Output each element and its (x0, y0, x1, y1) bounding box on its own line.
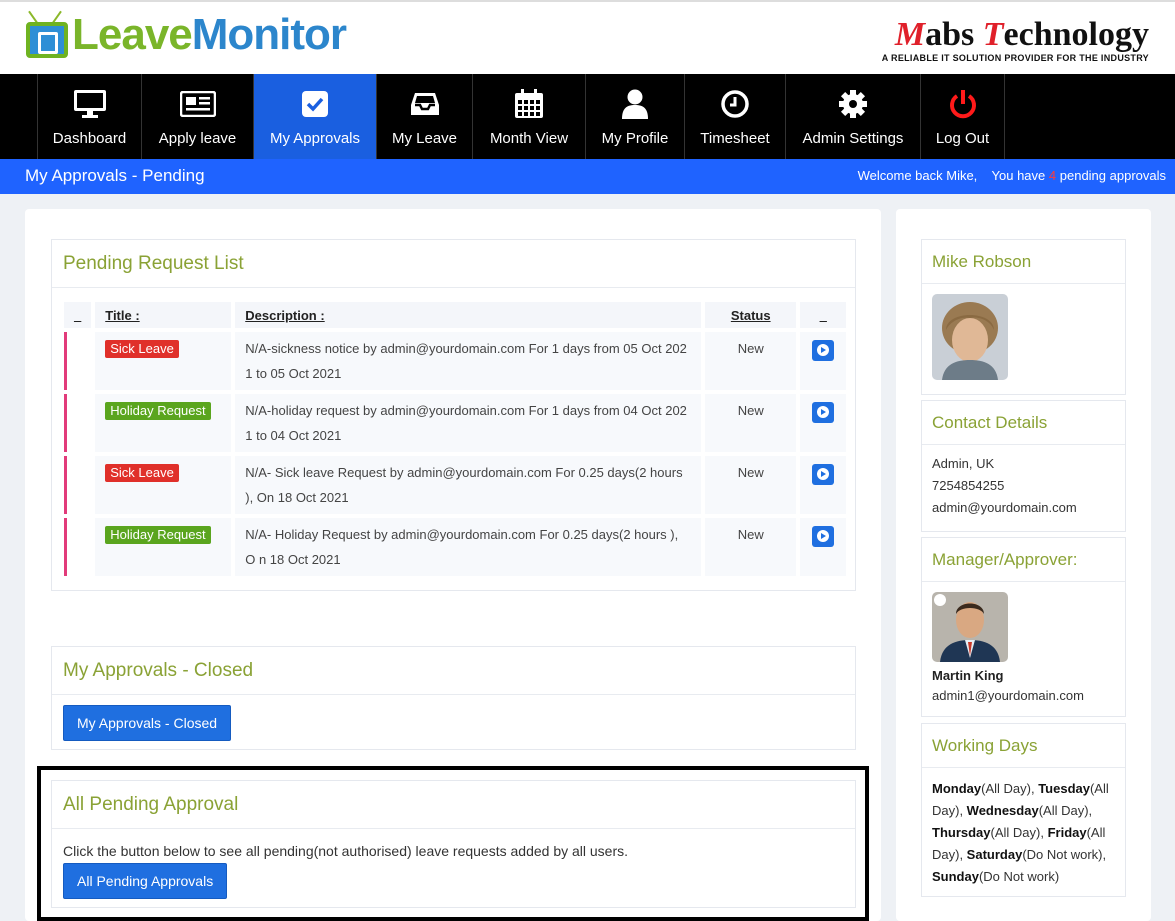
pending-request-table: _ Title : Description : Status _ Sick Le… (60, 298, 850, 580)
table-row[interactable]: Holiday Request N/A- Holiday Request by … (64, 518, 847, 576)
app-header: LeaveMonitor Mabs Technology A RELIABLE … (0, 0, 1175, 74)
status-badge: Holiday Request (105, 526, 211, 544)
pending-request-panel: Pending Request List _ Title : Descripti… (51, 239, 856, 591)
status-badge: Sick Leave (105, 340, 179, 358)
request-description: N/A-sickness notice by admin@yourdomain.… (235, 332, 702, 390)
request-description: N/A- Holiday Request by admin@yourdomain… (235, 518, 702, 576)
profile-name: Mike Robson (922, 240, 1125, 284)
request-status: New (705, 332, 797, 390)
arrow-circle-right-icon[interactable] (812, 340, 835, 361)
working-days-panel: Working Days Monday(All Day), Tuesday(Al… (921, 723, 1126, 897)
status-badge: Sick Leave (105, 464, 179, 482)
nav-log-out[interactable]: Log Out (920, 74, 1005, 159)
nav-apply-leave[interactable]: Apply leave (141, 74, 253, 159)
closed-approvals-panel: My Approvals - Closed My Approvals - Clo… (51, 646, 856, 750)
contact-panel: Contact Details Admin, UK 7254854255 adm… (921, 400, 1126, 532)
logo-text: LeaveMonitor (72, 10, 347, 59)
monitor-icon (73, 88, 107, 120)
user-icon (621, 88, 649, 120)
inbox-icon (410, 88, 440, 120)
table-row[interactable]: Holiday Request N/A-holiday request by a… (64, 394, 847, 452)
nav-my-approvals[interactable]: My Approvals (253, 74, 376, 159)
brand-logo: Mabs Technology A RELIABLE IT SOLUTION P… (881, 16, 1149, 64)
nav-timesheet[interactable]: Timesheet (684, 74, 785, 159)
profile-sidebar: Mike Robson Contact Details Admin, UK 72… (896, 209, 1151, 921)
pending-count: 4 (1048, 168, 1057, 183)
avatar (932, 294, 1008, 380)
nav-month-view[interactable]: Month View (472, 74, 585, 159)
gear-icon (838, 88, 868, 120)
newspaper-icon (179, 88, 216, 120)
request-status: New (705, 456, 797, 514)
request-description: N/A-holiday request by admin@yourdomain.… (235, 394, 702, 452)
manager-name: Martin King (932, 668, 1004, 683)
page-title: My Approvals - Pending (25, 166, 205, 185)
arrow-circle-right-icon[interactable] (812, 464, 835, 485)
welcome-message: Welcome back Mike, You have 4 pending ap… (857, 168, 1166, 183)
manager-panel: Manager/Approver: Martin King admin1@you… (921, 537, 1126, 717)
check-square-icon (301, 88, 329, 120)
manager-email: admin1@yourdomain.com (932, 688, 1084, 703)
panel-title: Contact Details (922, 401, 1125, 445)
panel-title: Working Days (922, 724, 1125, 768)
contact-location: Admin, UK (932, 456, 995, 471)
nav-dashboard[interactable]: Dashboard (37, 74, 141, 159)
brand-tagline: A RELIABLE IT SOLUTION PROVIDER FOR THE … (881, 53, 1149, 63)
arrow-circle-right-icon[interactable] (812, 402, 835, 423)
highlight-box (37, 766, 869, 921)
nav-my-profile[interactable]: My Profile (585, 74, 684, 159)
arrow-circle-right-icon[interactable] (812, 526, 835, 547)
closed-approvals-button[interactable]: My Approvals - Closed (63, 705, 232, 741)
request-status: New (705, 518, 797, 576)
contact-phone: 7254854255 (932, 478, 1005, 493)
page-titlebar: My Approvals - Pending Welcome back Mike… (0, 159, 1175, 194)
leavemonitor-logo[interactable]: LeaveMonitor (26, 10, 347, 60)
manager-avatar (932, 592, 1008, 662)
panel-title: Manager/Approver: (922, 538, 1125, 582)
request-status: New (705, 394, 797, 452)
working-days-list: Monday(All Day), Tuesday(All Day), Wedne… (932, 781, 1109, 884)
power-icon (949, 88, 977, 120)
profile-panel: Mike Robson (921, 239, 1126, 395)
nav-my-leave[interactable]: My Leave (376, 74, 472, 159)
tv-logo-icon (26, 10, 70, 60)
nav-admin-settings[interactable]: Admin Settings (785, 74, 920, 159)
table-row[interactable]: Sick Leave N/A- Sick leave Request by ad… (64, 456, 847, 514)
panel-title: My Approvals - Closed (52, 647, 855, 695)
main-nav: Dashboard Apply leave My Approvals My Le… (0, 74, 1175, 159)
table-row[interactable]: Sick Leave N/A-sickness notice by admin@… (64, 332, 847, 390)
contact-email: admin@yourdomain.com (932, 500, 1077, 515)
table-header-row: _ Title : Description : Status _ (64, 302, 847, 328)
status-badge: Holiday Request (105, 402, 211, 420)
calendar-icon (514, 88, 544, 120)
clock-icon (721, 88, 749, 120)
request-description: N/A- Sick leave Request by admin@yourdom… (235, 456, 702, 514)
panel-title: Pending Request List (52, 240, 855, 288)
